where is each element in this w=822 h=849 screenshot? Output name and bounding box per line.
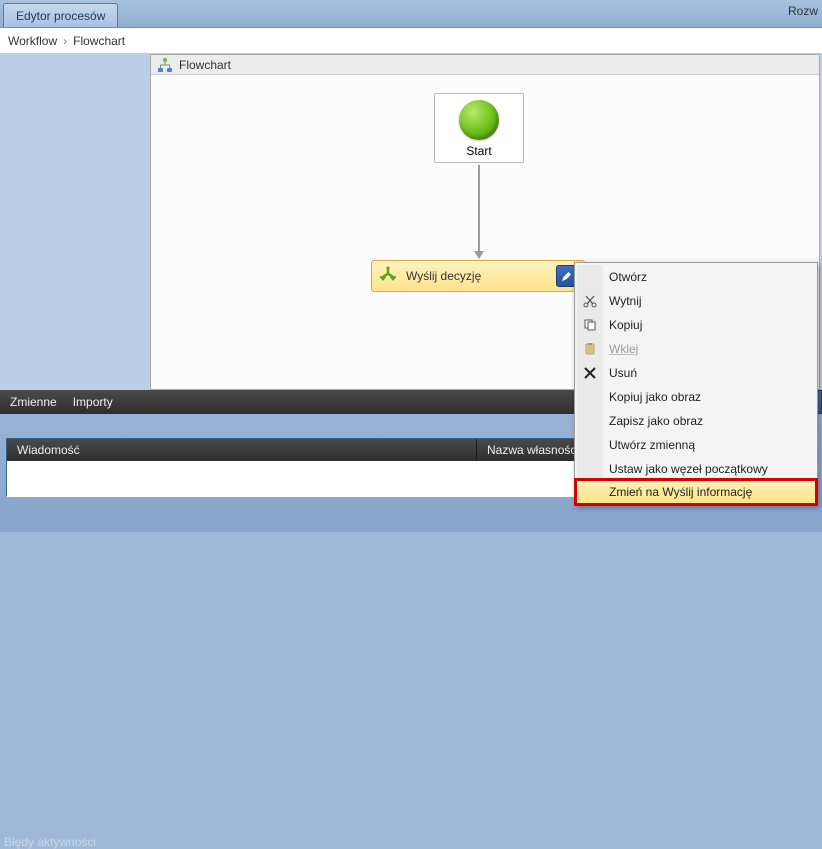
breadcrumb-right[interactable]: Rozw bbox=[788, 4, 818, 18]
paste-icon bbox=[577, 337, 603, 361]
start-node[interactable]: Start bbox=[434, 93, 524, 163]
menu-copy[interactable]: Kopiuj bbox=[577, 313, 815, 337]
menu-cut[interactable]: Wytnij bbox=[577, 289, 815, 313]
fork-icon bbox=[378, 266, 398, 286]
pencil-icon bbox=[561, 270, 573, 282]
menu-set-start-node[interactable]: Ustaw jako węzeł początkowy bbox=[577, 457, 815, 481]
scissors-icon bbox=[577, 289, 603, 313]
activity-label: Wyślij decyzję bbox=[406, 269, 548, 283]
blank-icon bbox=[577, 385, 603, 409]
blank-icon bbox=[577, 265, 603, 289]
breadcrumb-separator: › bbox=[63, 34, 67, 48]
tab-imports[interactable]: Importy bbox=[73, 395, 113, 409]
menu-change-to-send-info[interactable]: Zmień na Wyślij informację bbox=[576, 480, 816, 504]
menu-delete[interactable]: Usuń bbox=[577, 361, 815, 385]
context-menu: Otwórz Wytnij Kopiuj Wklej Usuń Kopiuj j… bbox=[574, 262, 818, 506]
start-circle-icon bbox=[459, 100, 499, 140]
tab-label: Edytor procesów bbox=[16, 9, 105, 23]
breadcrumb-bar: Workflow › Flowchart Rozw bbox=[0, 28, 822, 54]
breadcrumb-root[interactable]: Workflow bbox=[8, 34, 57, 48]
blank-icon bbox=[577, 433, 603, 457]
delete-x-icon bbox=[577, 361, 603, 385]
col-message[interactable]: Wiadomość bbox=[7, 439, 477, 461]
flowchart-title: Flowchart bbox=[179, 58, 231, 72]
activity-node-send-decision[interactable]: Wyślij decyzję bbox=[371, 260, 585, 292]
breadcrumb: Workflow › Flowchart bbox=[8, 34, 125, 48]
blank-icon bbox=[577, 409, 603, 433]
menu-copy-as-image[interactable]: Kopiuj jako obraz bbox=[577, 385, 815, 409]
breadcrumb-child[interactable]: Flowchart bbox=[73, 34, 125, 48]
errors-title: Błędy aktywności bbox=[4, 835, 96, 849]
menu-create-variable[interactable]: Utwórz zmienną bbox=[577, 433, 815, 457]
copy-icon bbox=[577, 313, 603, 337]
menu-open[interactable]: Otwórz bbox=[577, 265, 815, 289]
blank-icon bbox=[577, 457, 603, 481]
tab-process-editor[interactable]: Edytor procesów bbox=[3, 3, 118, 27]
tab-variables[interactable]: Zmienne bbox=[10, 395, 57, 409]
blank-icon bbox=[577, 480, 603, 504]
flowchart-icon bbox=[157, 57, 173, 73]
menu-paste: Wklej bbox=[577, 337, 815, 361]
tab-strip: Edytor procesów bbox=[0, 0, 822, 28]
menu-save-as-image[interactable]: Zapisz jako obraz bbox=[577, 409, 815, 433]
start-label: Start bbox=[435, 144, 523, 158]
connector-arrow[interactable] bbox=[478, 165, 480, 251]
flowchart-header: Flowchart bbox=[151, 55, 819, 75]
